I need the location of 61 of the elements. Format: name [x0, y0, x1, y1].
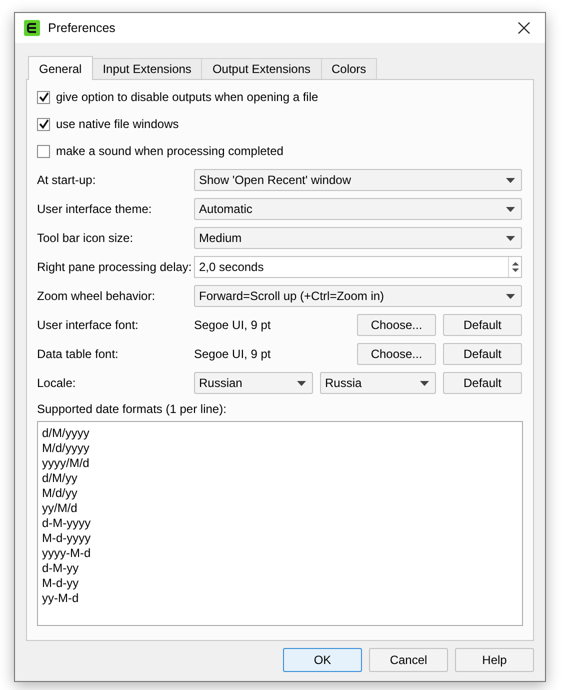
date-format-line: M-d-yy	[42, 576, 79, 591]
button[interactable]: Default	[443, 314, 522, 336]
date-format-line: M/d/yy	[42, 486, 78, 501]
caret-icon	[506, 206, 515, 212]
checkbox[interactable]	[37, 144, 50, 158]
tab[interactable]: Colors	[320, 58, 378, 79]
setting-label: Tool bar icon size:	[37, 230, 134, 247]
date-format-line: M-d-yyyy	[42, 531, 91, 546]
caret-icon	[506, 178, 515, 182]
tab[interactable]: General	[28, 56, 93, 80]
checkbox[interactable]	[37, 90, 50, 104]
checkbox-label: give option to disable outputs when opening a file	[56, 89, 318, 106]
dropdown[interactable]: Russian	[194, 372, 313, 394]
app-icon	[24, 20, 40, 36]
dropdown[interactable]: Russia	[320, 372, 436, 394]
dropdown[interactable]: Automatic	[194, 198, 522, 220]
caret-icon	[506, 236, 515, 240]
dropdown[interactable]: Medium	[194, 227, 522, 249]
checkmark-icon	[38, 92, 48, 102]
spin-arrows-icon[interactable]	[512, 261, 518, 273]
date-format-line: d-M-yy	[42, 561, 79, 576]
tab[interactable]: Input Extensions	[92, 58, 202, 79]
button[interactable]: Default	[443, 372, 522, 394]
date-format-line: d/M/yy	[42, 471, 78, 486]
dialog-button[interactable]: Cancel	[369, 648, 448, 672]
setting-label: User interface theme:	[37, 201, 153, 218]
font-value: Segoe UI, 9 pt	[194, 317, 272, 334]
date-formats-textarea[interactable]: d/M/yyyy M/d/yyyy yyyy/M/d d/M/yy M/d/yy yy/M/d d-M-yyyy M-d-yyyy yyyy-M-d d-M-yy M-d-yy yy-M-d	[37, 421, 523, 626]
date-format-line: yy-M-d	[42, 591, 79, 606]
caret-icon	[506, 294, 515, 298]
setting-label: User interface font:	[37, 317, 140, 334]
date-format-line: yy/M/d	[42, 501, 78, 516]
checkbox[interactable]	[37, 118, 50, 130]
setting-label: Data table font:	[37, 346, 120, 363]
dropdown[interactable]: Show 'Open Recent' window	[194, 169, 522, 191]
window-title: Preferences	[48, 20, 116, 37]
tab[interactable]: Output Extensions	[201, 58, 322, 79]
checkmark-icon	[38, 119, 48, 129]
font-value: Segoe UI, 9 pt	[194, 346, 272, 363]
date-formats-label: Supported date formats (1 per line):	[37, 401, 228, 418]
date-format-line: M/d/yyyy	[42, 441, 90, 456]
close-icon	[518, 22, 530, 34]
spin-field[interactable]: 2,0 seconds	[194, 256, 522, 278]
date-format-line: d/M/yyyy	[42, 426, 90, 441]
button[interactable]: Default	[443, 343, 522, 365]
dialog-button[interactable]: OK	[283, 648, 362, 672]
button[interactable]: Choose...	[357, 314, 436, 336]
setting-label: Zoom wheel behavior:	[37, 288, 156, 305]
setting-label: Locale:	[37, 375, 77, 392]
dropdown[interactable]: Forward=Scroll up (+Ctrl=Zoom in)	[194, 285, 522, 307]
dialog-button[interactable]: Help	[455, 648, 534, 672]
checkbox-label: make a sound when processing completed	[56, 143, 284, 160]
caret-icon	[297, 380, 306, 386]
date-format-line: d-M-yyyy	[42, 516, 91, 531]
date-format-line: yyyy/M/d	[42, 456, 90, 471]
button[interactable]: Choose...	[357, 343, 436, 365]
setting-label: At start-up:	[37, 172, 97, 189]
caret-icon	[420, 380, 429, 386]
checkbox-label: use native file windows	[56, 116, 179, 133]
date-format-line: yyyy-M-d	[42, 546, 91, 561]
setting-label: Right pane processing delay:	[37, 259, 193, 276]
